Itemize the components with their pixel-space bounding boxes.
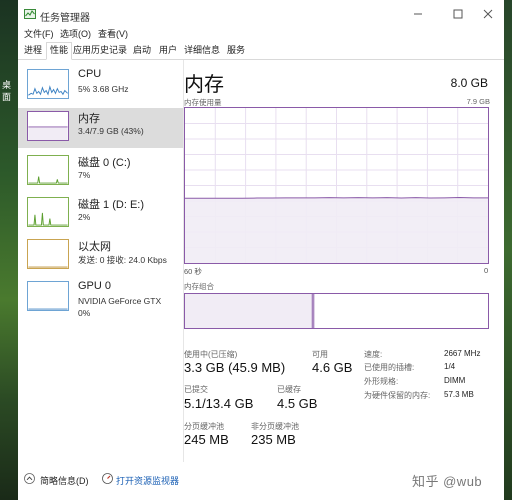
memory-composition-bar: [184, 293, 489, 329]
menu-options[interactable]: 选项(O): [60, 27, 91, 40]
sidebar-item-sub: 0%: [78, 308, 91, 318]
minimize-icon: [414, 13, 422, 15]
disk-0-thumbnail-graph: [27, 155, 69, 185]
menu-view[interactable]: 查看(V): [98, 27, 128, 40]
less-details-link[interactable]: 简略信息(D): [40, 474, 89, 487]
sidebar-item-label: 内存: [78, 113, 100, 125]
nonpaged-pool-label: 非分页缓冲池: [251, 422, 299, 431]
available-label: 可用: [312, 350, 328, 359]
tab-services[interactable]: 服务: [224, 43, 248, 58]
sidebar-item-cpu[interactable]: CPU 5% 3.68 GHz: [18, 66, 183, 106]
sidebar-item-sub: 2%: [78, 212, 91, 222]
sidebar-item-label: GPU 0: [78, 280, 112, 292]
desktop-text: 面: [2, 92, 12, 102]
tab-processes[interactable]: 进程: [21, 43, 45, 58]
sidebar-item-label: 以太网: [78, 241, 111, 253]
close-icon: [483, 9, 493, 19]
usage-area: [185, 197, 488, 263]
desktop-background-left: 桌 面: [0, 0, 18, 500]
tab-users[interactable]: 用户: [156, 43, 180, 58]
minimize-button[interactable]: [410, 6, 426, 22]
sidebar-item-sub: NVIDIA GeForce GTX: [78, 296, 162, 306]
cpu-thumbnail-graph: [27, 69, 69, 99]
cached-label: 已缓存: [277, 385, 301, 394]
sidebar-item-label: 磁盘 0 (C:): [78, 157, 131, 169]
task-manager-window: 任务管理器 文件(F) 选项(O) 查看(V) 进程 性能 应用历史记录 启动 …: [18, 0, 504, 500]
cached-value: 4.5 GB: [277, 396, 318, 411]
tab-startup[interactable]: 启动: [130, 43, 154, 58]
x-axis-left-label: 60 秒: [184, 267, 202, 276]
usage-line: [185, 196, 488, 199]
tab-details[interactable]: 详细信息: [182, 43, 222, 58]
sidebar-item-sub: 7%: [78, 170, 91, 180]
paged-pool-label: 分页缓冲池: [184, 422, 224, 431]
performance-sidebar: CPU 5% 3.68 GHz 内存 3.4/7.9 GB (43%) 磁盘 0…: [18, 60, 184, 462]
close-button[interactable]: [480, 6, 496, 22]
maximize-button[interactable]: [450, 6, 466, 22]
sidebar-item-gpu[interactable]: GPU 0 NVIDIA GeForce GTX 0%: [18, 278, 183, 324]
menu-file[interactable]: 文件(F): [24, 27, 54, 40]
spec-speed-value: 2667 MHz: [444, 349, 481, 358]
usage-chart-max: 7.9 GB: [466, 97, 490, 106]
sidebar-item-label: 磁盘 1 (D: E:): [78, 199, 145, 211]
sidebar-item-disk-0[interactable]: 磁盘 0 (C:) 7%: [18, 152, 183, 192]
composition-caption: 内存组合: [184, 282, 214, 291]
sidebar-item-sub: 发送: 0 接收: 24.0 Kbps: [78, 255, 167, 265]
committed-value: 5.1/13.4 GB: [184, 396, 254, 411]
window-title: 任务管理器: [40, 13, 90, 24]
spec-slots-value: 1/4: [444, 362, 456, 371]
memory-thumbnail-graph: [27, 111, 69, 141]
page-title: 内存: [184, 74, 224, 96]
resource-monitor-icon: [102, 473, 113, 484]
sidebar-item-sub: 3.4/7.9 GB (43%): [78, 126, 144, 136]
spec-form-factor-value: DIMM: [444, 376, 466, 385]
disk-1-thumbnail-graph: [27, 197, 69, 227]
x-axis-right-label: 0: [484, 266, 489, 275]
sidebar-item-sub: 5% 3.68 GHz: [78, 84, 129, 94]
in-use-value: 3.3 GB (45.9 MB): [184, 360, 286, 375]
watermark: 知乎 @wub: [412, 474, 483, 489]
spec-reserved-value: 57.3 MB: [444, 390, 474, 399]
tab-app-history[interactable]: 应用历史记录: [72, 43, 128, 58]
open-resource-monitor-link[interactable]: 打开资源监视器: [116, 474, 179, 487]
paged-pool-value: 245 MB: [184, 432, 229, 447]
spec-form-factor-label: 外形规格:: [364, 377, 399, 386]
committed-label: 已提交: [184, 385, 208, 394]
sidebar-item-label: CPU: [78, 68, 102, 80]
memory-usage-chart: [184, 107, 489, 264]
composition-in-use: [185, 294, 313, 328]
spec-slots-label: 已使用的插槽:: [364, 363, 415, 372]
sidebar-item-memory[interactable]: 内存 3.4/7.9 GB (43%): [18, 108, 183, 148]
spec-speed-label: 速度:: [364, 350, 383, 359]
menu-bar: 文件(F) 选项(O) 查看(V): [18, 27, 504, 41]
ethernet-thumbnail-graph: [27, 239, 69, 269]
task-manager-icon: [24, 9, 36, 19]
nonpaged-pool-value: 235 MB: [251, 432, 296, 447]
desktop-background-right: [504, 0, 512, 500]
title-bar[interactable]: 任务管理器: [18, 0, 504, 28]
gpu-thumbnail-graph: [27, 281, 69, 311]
in-use-label: 使用中(已压缩): [184, 350, 238, 359]
tab-bar: 进程 性能 应用历史记录 启动 用户 详细信息 服务: [18, 42, 504, 60]
chevron-up-icon[interactable]: [24, 473, 35, 484]
maximize-icon: [453, 9, 463, 19]
memory-total: 8.0 GB: [450, 76, 488, 90]
tab-performance[interactable]: 性能: [46, 42, 72, 60]
sidebar-item-disk-1[interactable]: 磁盘 1 (D: E:) 2%: [18, 194, 183, 234]
sidebar-item-ethernet[interactable]: 以太网 发送: 0 接收: 24.0 Kbps: [18, 236, 183, 276]
available-value: 4.6 GB: [312, 360, 353, 375]
spec-reserved-label: 为硬件保留的内存:: [364, 391, 431, 400]
